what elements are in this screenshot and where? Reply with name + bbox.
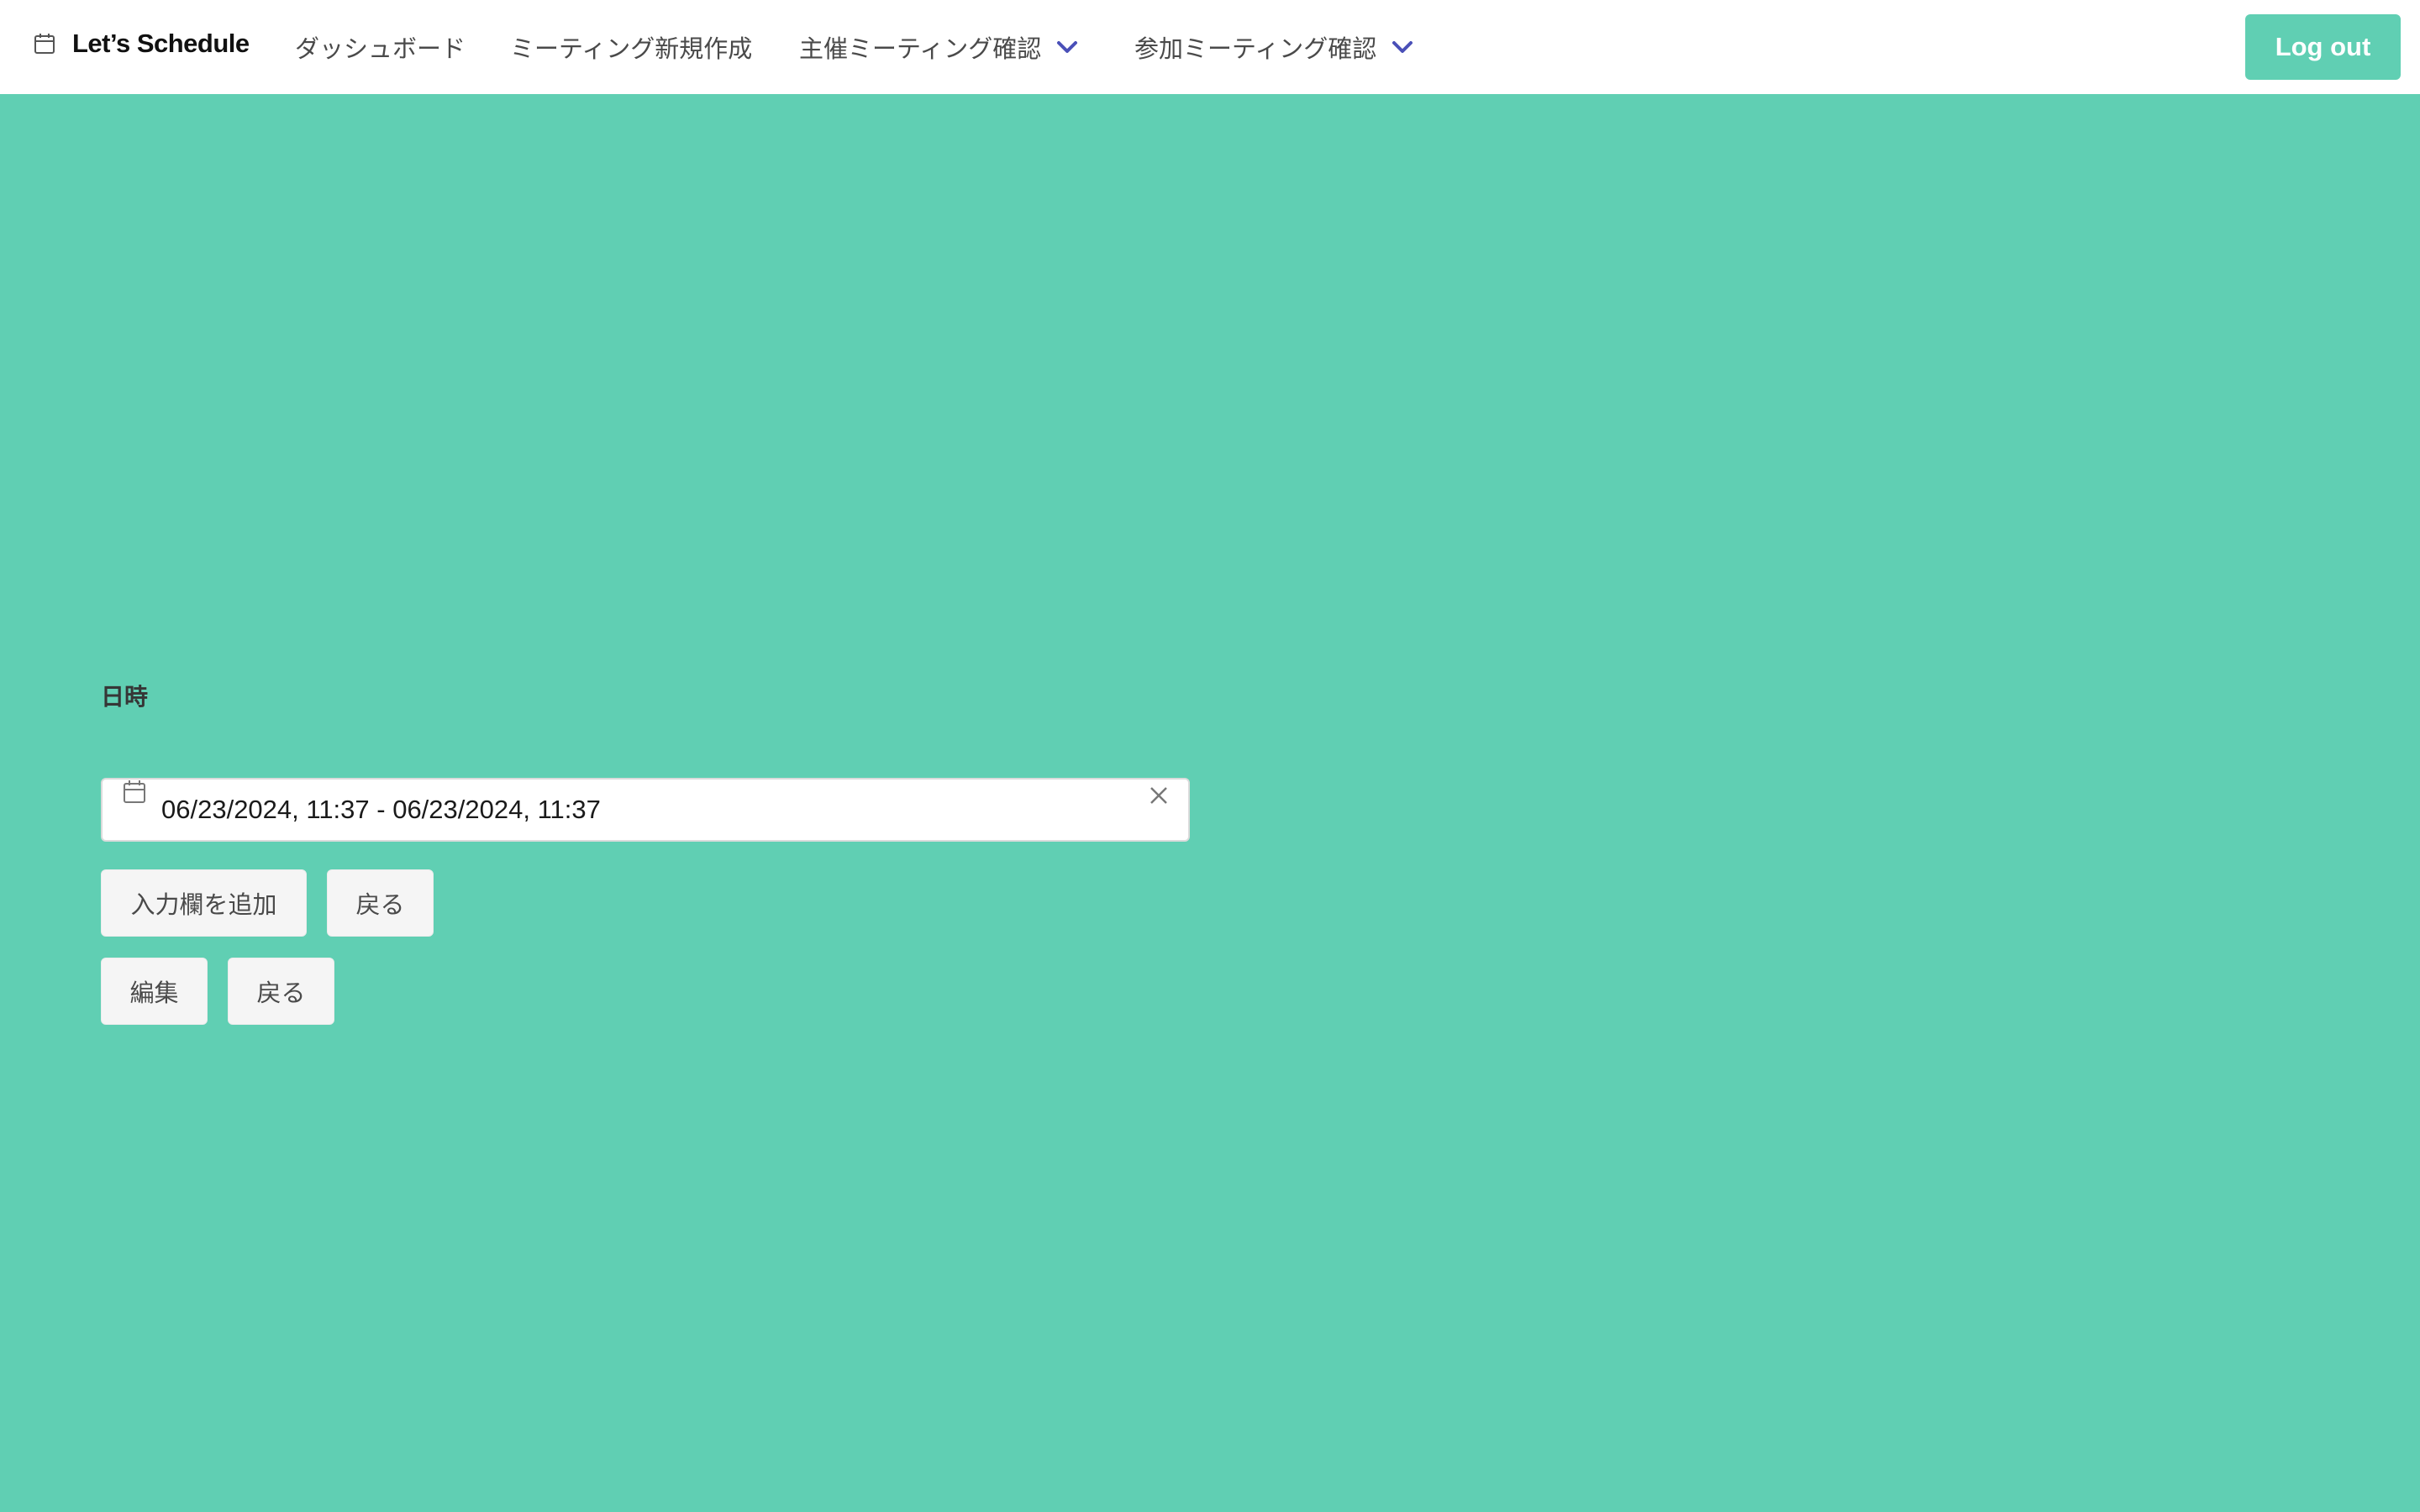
nav-item-new-meeting[interactable]: ミーティング新規作成 [510,30,752,64]
nav-item-label: ミーティング新規作成 [510,34,753,63]
nav-item-joined-meetings[interactable]: 参加ミーティング確認 [1134,30,1413,64]
brand-link[interactable]: Let’s Schedule [34,25,250,62]
calendar-icon [34,33,55,55]
add-field-button[interactable]: 入力欄を追加 [101,869,307,937]
logout-button[interactable]: Log out [2245,14,2401,80]
nav-item-label: 主催ミーティング確認 [799,34,1042,63]
chevron-down-icon [1392,39,1413,55]
nav-item-label: 参加ミーティング確認 [1134,34,1377,63]
back-button[interactable]: 戻る [228,958,334,1025]
chevron-down-icon [1056,39,1078,55]
datetime-range-value: 06/23/2024, 11:37 - 06/23/2024, 11:37 [161,795,601,824]
top-navbar: Let’s Schedule ダッシュボード ミーティング新規作成 主催ミーティ… [0,0,2420,94]
calendar-icon [123,780,146,808]
datetime-range-input[interactable]: 06/23/2024, 11:37 - 06/23/2024, 11:37 [101,778,1190,842]
datetime-label: 日時 [101,683,149,711]
nav-item-hosted-meetings[interactable]: 主催ミーティング確認 [799,30,1078,64]
brand-title: Let’s Schedule [72,29,250,58]
nav-item-label: ダッシュボード [295,34,466,63]
nav-item-dashboard[interactable]: ダッシュボード [295,30,466,64]
close-icon[interactable] [1148,785,1170,810]
edit-button[interactable]: 編集 [101,958,208,1025]
back-button[interactable]: 戻る [327,869,434,937]
